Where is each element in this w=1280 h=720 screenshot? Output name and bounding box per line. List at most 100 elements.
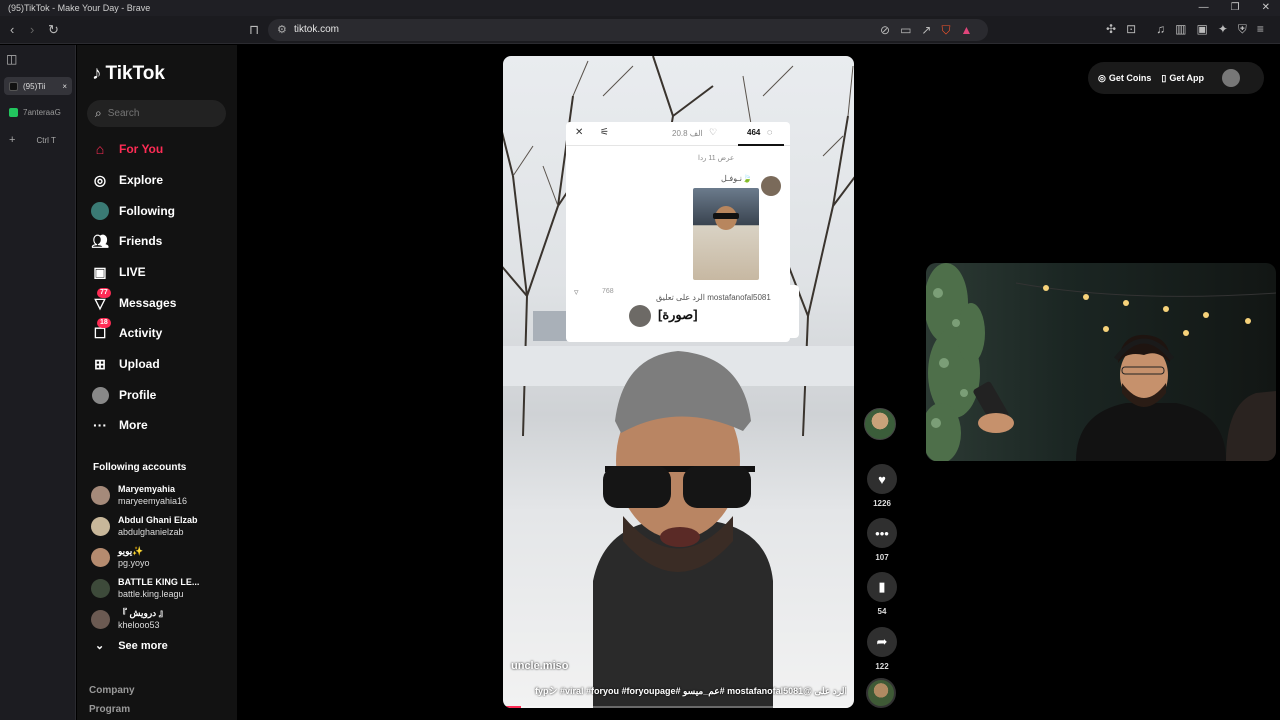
webcam-scene <box>926 263 1276 461</box>
likes-count: 20.8 الف <box>672 129 703 138</box>
wallet-icon[interactable]: ▣ <box>1196 22 1207 37</box>
nav-label: For You <box>119 142 164 156</box>
cast-icon[interactable]: ▭ <box>900 23 911 38</box>
sidebar-toggle-icon[interactable]: ▥ <box>1175 22 1186 37</box>
see-more-button[interactable]: ⌄ See more <box>95 639 168 653</box>
close-tab-icon[interactable]: × <box>62 82 67 91</box>
new-tab-shortcut: Ctrl T <box>36 135 56 145</box>
save-button[interactable]: ▮ 54 <box>865 572 899 616</box>
screenshot-icon[interactable]: ⊡ <box>1126 22 1136 37</box>
minimize-button[interactable]: — <box>1199 2 1209 13</box>
filter-icon: ⚟ <box>600 127 609 138</box>
search-bar[interactable]: ⌕ <box>87 100 226 127</box>
maximize-button[interactable]: ❐ <box>1231 2 1240 13</box>
video-progress-bar[interactable] <box>503 706 854 708</box>
commenter-name: نـوفـل🍃 <box>721 174 752 183</box>
replier-avatar <box>629 305 651 327</box>
music-disc-icon[interactable] <box>866 678 896 708</box>
see-more-label: See more <box>118 639 168 652</box>
nav-label: Upload <box>119 357 160 371</box>
creator-in-video <box>593 351 773 708</box>
nav-live[interactable]: ▣ LIVE <box>91 260 231 284</box>
close-window-button[interactable]: ✕ <box>1262 2 1270 13</box>
nav-label: More <box>119 418 148 432</box>
video-caption[interactable]: الرد على @mostafanofal5081 #عم_ميسو #fyp… <box>511 684 847 697</box>
plus-icon: + <box>9 134 16 146</box>
user-avatar[interactable] <box>1222 69 1240 87</box>
search-input[interactable] <box>107 108 208 119</box>
account-handle: pg.yoyo <box>118 558 150 568</box>
share-button[interactable]: ➦ 122 <box>865 627 899 671</box>
get-app-button[interactable]: ▯ Get App <box>1161 73 1204 84</box>
following-account[interactable]: يويو✨ pg.yoyo <box>91 543 231 571</box>
following-account[interactable]: 『 درويش 』 khelooo53 <box>91 605 231 633</box>
reply-to-comment-card: الرد على تعليق mostafanofal5081 [صورة] <box>623 285 799 338</box>
bookmark-icon[interactable]: ⊓ <box>249 22 259 38</box>
tab-label: 7anteraaG <box>23 107 61 117</box>
share-count: 122 <box>875 662 889 671</box>
nav-following[interactable]: Following <box>91 199 231 223</box>
video-player[interactable]: ✕ ⚟ 20.8 الف ♡ 464 ◌ عرض 11 ردا نـوفـل🍃 … <box>503 56 854 708</box>
activity-badge: 18 <box>97 318 111 328</box>
nav-friends[interactable]: 👥︎ Friends <box>91 229 231 253</box>
search-icon: ⌕ <box>95 106 102 120</box>
get-coins-button[interactable]: ◎ Get Coins <box>1098 73 1151 84</box>
following-icon <box>91 202 109 220</box>
url-text[interactable]: tiktok.com <box>294 24 339 35</box>
comment-photo <box>693 188 759 280</box>
comment-button[interactable]: ••• 107 <box>865 518 899 562</box>
nav-messages[interactable]: ▽ 77 Messages <box>91 288 231 315</box>
extensions-icon[interactable]: ✣ <box>1106 22 1116 37</box>
leo-ai-icon[interactable]: ✦ <box>1218 22 1228 37</box>
nav-for-you[interactable]: ⌂ For You <box>91 137 231 161</box>
commenter-avatar <box>761 176 781 196</box>
music-icon[interactable]: ♫ <box>1156 22 1165 37</box>
new-tab-button[interactable]: + Ctrl T <box>4 131 72 149</box>
menu-icon[interactable]: ≡ <box>1257 22 1264 37</box>
no-translate-icon[interactable]: ⊘ <box>880 23 890 38</box>
heart-outline-icon: ♡ <box>709 127 718 137</box>
tab-panel-icon[interactable]: ◫ <box>6 52 17 66</box>
video-username[interactable]: uncle.miso <box>511 660 568 672</box>
vpn-icon[interactable]: ⛨ <box>1238 22 1247 37</box>
footer-link-company[interactable]: Company <box>89 685 135 696</box>
window-title: (95)TikTok - Make Your Day - Brave <box>8 3 151 13</box>
nav-more[interactable]: ··· More <box>91 413 231 437</box>
nav-explore[interactable]: ◎ Explore <box>91 168 231 192</box>
footer-link-program[interactable]: Program <box>89 704 130 715</box>
brave-rewards-icon[interactable]: ▲ <box>960 23 972 38</box>
comment-bubble-icon: ••• <box>867 518 897 548</box>
tab-7anteraa[interactable]: 7anteraaG <box>4 103 72 121</box>
share-icon[interactable]: ↗ <box>921 23 931 38</box>
reload-icon[interactable]: ↻ <box>48 22 59 38</box>
nav-profile[interactable]: Profile <box>91 383 231 407</box>
window-title-bar: (95)TikTok - Make Your Day - Brave — ❐ ✕ <box>0 0 1280 16</box>
following-account[interactable]: BATTLE KING LE... battle.king.leagu <box>91 574 231 602</box>
brave-shields-icon[interactable]: ⛉ <box>941 23 950 38</box>
nav-label: Activity <box>119 326 163 340</box>
tiktok-logo[interactable]: ♪ TikTok <box>92 63 165 85</box>
account-name: يويو✨ <box>118 546 144 556</box>
account-name: Abdul Ghani Elzab <box>118 515 198 525</box>
tiktok-sidebar: ♪ TikTok ⌕ ⌂ For You ◎ Explore Following… <box>77 45 237 720</box>
nav-activity[interactable]: ☐ 18 Activity <box>91 318 231 345</box>
profile-icon <box>91 386 109 404</box>
creator-avatar[interactable] <box>864 408 896 440</box>
account-name: Maryemyahia <box>118 484 176 494</box>
back-icon[interactable]: ‹ <box>10 22 14 38</box>
forward-icon[interactable]: › <box>30 22 34 38</box>
following-accounts-title: Following accounts <box>93 462 187 473</box>
site-settings-icon[interactable]: ⚙ <box>277 23 287 36</box>
streamer-webcam-overlay <box>926 263 1276 461</box>
nav-upload[interactable]: ⊞ Upload <box>91 352 231 376</box>
following-account[interactable]: Abdul Ghani Elzab abdulghanielzab <box>91 512 231 540</box>
tiktok-note-icon: ♪ <box>92 63 102 84</box>
messages-icon: ▽ 77 <box>91 288 111 312</box>
like-button[interactable]: ♥ 1226 <box>865 464 899 508</box>
bookmark-icon: ▮ <box>867 572 897 602</box>
avatar <box>91 609 110 629</box>
tab-label: (95)Tii <box>23 81 46 91</box>
address-bar[interactable]: ⚙ tiktok.com ⊘ ▭ ↗ ⛉ ▲ <box>268 19 988 41</box>
tab-tiktok[interactable]: (95)Tii × <box>4 77 72 95</box>
following-account[interactable]: Maryemyahia maryeemyahia16 <box>91 481 231 509</box>
